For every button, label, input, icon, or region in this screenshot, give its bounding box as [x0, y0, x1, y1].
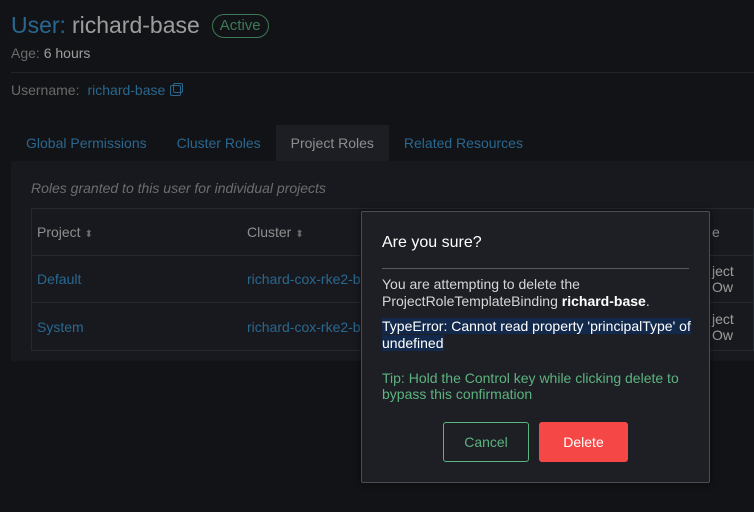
tip-text: Tip: Hold the Control key while clicking… [382, 370, 679, 402]
binding-name: richard-base [561, 293, 646, 309]
confirm-delete-dialog: Are you sure? You are attempting to dele… [361, 211, 710, 483]
dialog-message: You are attempting to delete the Project… [382, 276, 650, 309]
cancel-button[interactable]: Cancel [443, 422, 529, 462]
error-message: TypeError: Cannot read property 'princip… [382, 318, 691, 351]
delete-button[interactable]: Delete [539, 422, 628, 462]
dialog-divider [382, 268, 689, 269]
dialog-title: Are you sure? [382, 234, 482, 251]
